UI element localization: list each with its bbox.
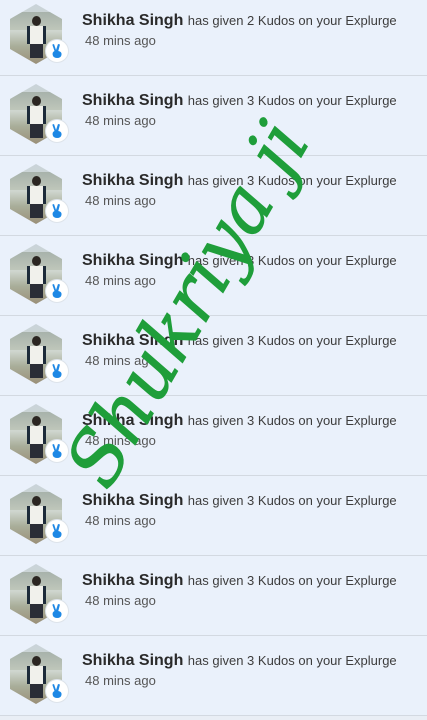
notification-row[interactable]: Shikha Singh has given 3 Kudos on your E…	[0, 236, 427, 316]
notification-text: Shikha Singh has given 3 Kudos on your E…	[82, 331, 421, 370]
notification-row[interactable]: Shikha Singh has given 3 Kudos on your E…	[0, 636, 427, 716]
victory-hand-icon	[46, 520, 68, 542]
notification-row[interactable]: Shikha Singh has given 2 Kudos on your E…	[0, 0, 427, 76]
victory-hand-icon	[46, 600, 68, 622]
timestamp: 48 mins ago	[85, 193, 156, 208]
victory-hand-icon	[46, 200, 68, 222]
notification-row[interactable]: Shikha Singh has given 3 Kudos on your E…	[0, 76, 427, 156]
notification-text: Shikha Singh has given 3 Kudos on your E…	[82, 251, 421, 290]
notification-message: has given 2 Kudos on your Explurge	[187, 13, 397, 28]
user-name[interactable]: Shikha Singh	[82, 652, 183, 669]
timestamp: 48 mins ago	[85, 513, 156, 528]
notification-text: Shikha Singh has given 3 Kudos on your E…	[82, 571, 421, 610]
notification-message: has given 3 Kudos on your Explurge	[187, 173, 397, 188]
user-name[interactable]: Shikha Singh	[82, 252, 183, 269]
notification-text: Shikha Singh has given 3 Kudos on your E…	[82, 491, 421, 530]
victory-hand-icon	[46, 280, 68, 302]
victory-hand-icon	[46, 360, 68, 382]
notification-message: has given 3 Kudos on your Explurge	[187, 413, 397, 428]
notification-message: has given 3 Kudos on your Explurge	[187, 333, 397, 348]
notification-message: has given 3 Kudos on your Explurge	[187, 93, 397, 108]
timestamp: 48 mins ago	[85, 593, 156, 608]
notification-message: has given 3 Kudos on your Explurge	[187, 653, 397, 668]
notification-row[interactable]: Shikha Singh has given 3 Kudos on your E…	[0, 476, 427, 556]
notification-text: Shikha Singh has given 2 Kudos on your E…	[82, 11, 421, 50]
notification-list: Shikha Singh has given 2 Kudos on your E…	[0, 0, 427, 716]
timestamp: 48 mins ago	[85, 673, 156, 688]
user-name[interactable]: Shikha Singh	[82, 92, 183, 109]
notification-message: has given 3 Kudos on your Explurge	[187, 493, 397, 508]
notification-row[interactable]: Shikha Singh has given 3 Kudos on your E…	[0, 316, 427, 396]
timestamp: 48 mins ago	[85, 273, 156, 288]
notification-row[interactable]: Shikha Singh has given 3 Kudos on your E…	[0, 396, 427, 476]
notification-text: Shikha Singh has given 3 Kudos on your E…	[82, 651, 421, 690]
timestamp: 48 mins ago	[85, 433, 156, 448]
user-name[interactable]: Shikha Singh	[82, 332, 183, 349]
timestamp: 48 mins ago	[85, 33, 156, 48]
user-name[interactable]: Shikha Singh	[82, 572, 183, 589]
user-name[interactable]: Shikha Singh	[82, 172, 183, 189]
notification-text: Shikha Singh has given 3 Kudos on your E…	[82, 171, 421, 210]
notification-row[interactable]: Shikha Singh has given 3 Kudos on your E…	[0, 156, 427, 236]
timestamp: 48 mins ago	[85, 113, 156, 128]
notification-text: Shikha Singh has given 3 Kudos on your E…	[82, 411, 421, 450]
notification-text: Shikha Singh has given 3 Kudos on your E…	[82, 91, 421, 130]
victory-hand-icon	[46, 440, 68, 462]
notification-row[interactable]: Shikha Singh has given 3 Kudos on your E…	[0, 556, 427, 636]
timestamp: 48 mins ago	[85, 353, 156, 368]
user-name[interactable]: Shikha Singh	[82, 492, 183, 509]
notification-message: has given 3 Kudos on your Explurge	[187, 253, 397, 268]
victory-hand-icon	[46, 40, 68, 62]
user-name[interactable]: Shikha Singh	[82, 12, 183, 29]
notification-message: has given 3 Kudos on your Explurge	[187, 573, 397, 588]
victory-hand-icon	[46, 120, 68, 142]
user-name[interactable]: Shikha Singh	[82, 412, 183, 429]
victory-hand-icon	[46, 680, 68, 702]
